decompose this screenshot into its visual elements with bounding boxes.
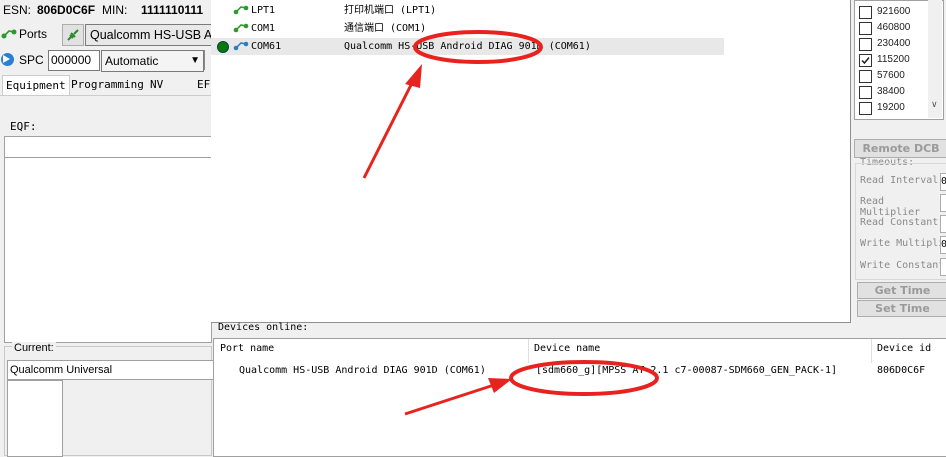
annotation-arrowhead-port	[405, 64, 422, 88]
annotation-arrow-port	[362, 78, 416, 179]
annotation-ellipse-device	[509, 360, 659, 396]
annotation-overlay	[362, 30, 659, 416]
annotation-arrow-device	[404, 383, 495, 416]
annotation-arrowhead-device	[488, 378, 512, 393]
annotation-ellipse-port	[413, 30, 543, 64]
